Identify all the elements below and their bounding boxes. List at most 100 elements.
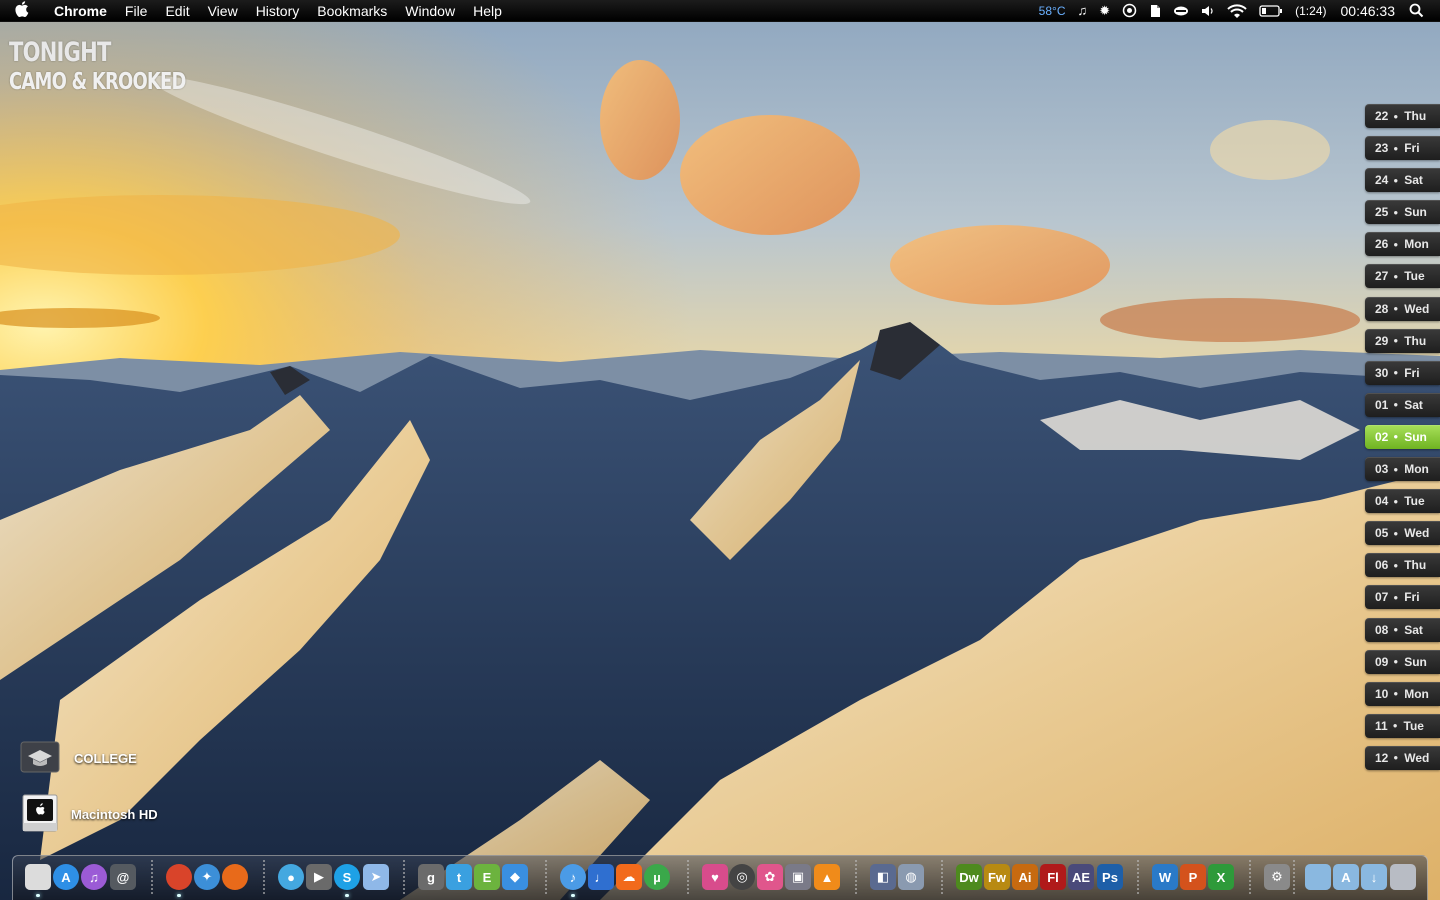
apple-menu[interactable] <box>0 0 44 22</box>
facetime-icon[interactable]: ▶ <box>306 864 332 890</box>
calendar-day-today: 02 ● Sun <box>1365 424 1440 449</box>
utorrent-icon[interactable]: µ <box>644 864 670 890</box>
calendar-day: 27 ● Tue <box>1365 264 1440 289</box>
after-effects-icon[interactable]: AE <box>1068 864 1094 890</box>
menu-window[interactable]: Window <box>396 0 464 22</box>
dock-separator <box>941 860 943 896</box>
heart-app-icon[interactable]: ♥ <box>702 864 728 890</box>
menu-view[interactable]: View <box>199 0 247 22</box>
calendar-date: 08 <box>1375 622 1389 637</box>
calendar-weekday: Wed <box>1404 750 1430 765</box>
spotlight-icon[interactable] <box>1409 0 1424 22</box>
sync-icon[interactable] <box>1122 0 1137 22</box>
fireworks-icon[interactable]: Fw <box>984 864 1010 890</box>
music-note-icon[interactable]: ♫ <box>1077 0 1087 22</box>
calendar-date: 01 <box>1375 397 1389 412</box>
apple-logo-icon <box>15 1 29 20</box>
calendar-weekday: Tue <box>1404 494 1425 509</box>
calendar-date: 10 <box>1375 686 1389 701</box>
desktop-icon-macintosh-hd[interactable]: Macintosh HD <box>22 793 158 836</box>
desktop-wallpaper <box>0 0 1440 900</box>
volume-icon[interactable] <box>1201 0 1215 22</box>
documents-folder-icon[interactable] <box>1305 864 1331 890</box>
calendar-dot: ● <box>1393 336 1399 346</box>
imovie-icon[interactable]: ▣ <box>785 864 811 890</box>
calendar-day: 28 ● Wed <box>1365 296 1440 321</box>
calendar-date: 23 <box>1375 141 1389 156</box>
graduation-cap-icon <box>20 740 60 777</box>
calendar-weekday: Mon <box>1404 237 1429 252</box>
menu-app-chrome[interactable]: Chrome <box>44 0 116 22</box>
skype-icon[interactable]: S <box>334 864 360 890</box>
menubar-clock[interactable]: 00:46:33 <box>1341 0 1396 22</box>
powerpoint-icon[interactable]: P <box>1180 864 1206 890</box>
photos-icon[interactable]: ✿ <box>757 864 783 890</box>
desktop-icon-college[interactable]: COLLEGE <box>20 740 137 777</box>
wifi-icon[interactable] <box>1227 0 1247 22</box>
chrome-icon[interactable] <box>166 864 192 890</box>
evernote-icon[interactable] <box>1149 0 1161 22</box>
system-preferences-icon[interactable]: ⚙ <box>1264 864 1290 890</box>
mail-icon[interactable]: @ <box>110 864 136 890</box>
running-indicator <box>36 894 40 897</box>
rdio-icon[interactable]: ♩ <box>588 864 614 890</box>
dropbox-icon[interactable] <box>1173 0 1189 22</box>
evernote-icon[interactable]: E <box>474 864 500 890</box>
photoshop-icon[interactable]: Ps <box>1097 864 1123 890</box>
app-store-icon[interactable]: A <box>53 864 79 890</box>
dropbox-icon[interactable]: ◆ <box>502 864 528 890</box>
applications-folder-icon[interactable]: A <box>1333 864 1359 890</box>
calendar-date: 27 <box>1375 269 1389 284</box>
battery-time[interactable]: (1:24) <box>1295 0 1326 22</box>
itunes-store-icon[interactable]: ♫ <box>81 864 107 890</box>
calendar-dot: ● <box>1393 432 1399 442</box>
itunes-icon[interactable]: ♪ <box>560 864 586 890</box>
menu-bookmarks[interactable]: Bookmarks <box>308 0 396 22</box>
calendar-weekday: Tue <box>1403 718 1424 733</box>
excel-icon[interactable]: X <box>1208 864 1234 890</box>
safari-icon[interactable]: ✦ <box>194 864 220 890</box>
gear-icon[interactable]: ✹ <box>1099 0 1110 22</box>
calendar-day: 30 ● Fri <box>1365 360 1440 385</box>
calendar-day: 26 ● Mon <box>1365 232 1440 257</box>
firefox-icon[interactable] <box>222 864 248 890</box>
battery-icon[interactable] <box>1259 0 1283 22</box>
soundcloud-icon[interactable]: ☁ <box>616 864 642 890</box>
calendar-day: 05 ● Wed <box>1365 521 1440 546</box>
downloads-folder-icon[interactable]: ↓ <box>1361 864 1387 890</box>
color-app-icon[interactable]: ◍ <box>898 864 924 890</box>
word-icon[interactable]: W <box>1152 864 1178 890</box>
calendar-date: 05 <box>1375 526 1389 541</box>
dock-separator <box>855 860 857 896</box>
calendar-dot: ● <box>1393 239 1399 249</box>
calendar-date: 03 <box>1375 462 1389 477</box>
growl-icon[interactable]: g <box>418 864 444 890</box>
illustrator-icon[interactable]: Ai <box>1012 864 1038 890</box>
now-playing-track: TONIGHT <box>9 37 111 68</box>
dock-separator <box>687 860 689 896</box>
twitter-icon[interactable]: t <box>446 864 472 890</box>
calendar-strip: 22 ● Thu 23 ● Fri 24 ● Sat 25 ● Sun 26 ● Mon 27 ● Tue 28 ● W… <box>1365 104 1440 778</box>
calendar-date: 09 <box>1375 654 1389 669</box>
messenger-icon[interactable]: ● <box>278 864 304 890</box>
calendar-weekday: Wed <box>1404 526 1430 541</box>
sparrow-icon[interactable]: ➤ <box>363 864 389 890</box>
finder-icon[interactable] <box>25 864 51 890</box>
trash-icon[interactable] <box>1390 864 1416 890</box>
aperture-icon[interactable]: ◎ <box>729 864 755 890</box>
menu-edit[interactable]: Edit <box>156 0 198 22</box>
dock-separator <box>403 860 405 896</box>
calendar-day: 10 ● Mon <box>1365 681 1440 706</box>
flash-icon[interactable]: Fl <box>1040 864 1066 890</box>
menu-history[interactable]: History <box>247 0 309 22</box>
menu-help[interactable]: Help <box>464 0 511 22</box>
dreamweaver-icon[interactable]: Dw <box>956 864 982 890</box>
final-cut-icon[interactable]: ◧ <box>870 864 896 890</box>
calendar-weekday: Thu <box>1404 558 1427 573</box>
vlc-icon[interactable]: ▲ <box>814 864 840 890</box>
menu-file[interactable]: File <box>116 0 157 22</box>
calendar-day: 24 ● Sat <box>1365 168 1440 193</box>
calendar-dot: ● <box>1393 657 1399 667</box>
temperature-readout[interactable]: 58°C <box>1039 0 1066 22</box>
calendar-weekday: Fri <box>1404 590 1420 605</box>
